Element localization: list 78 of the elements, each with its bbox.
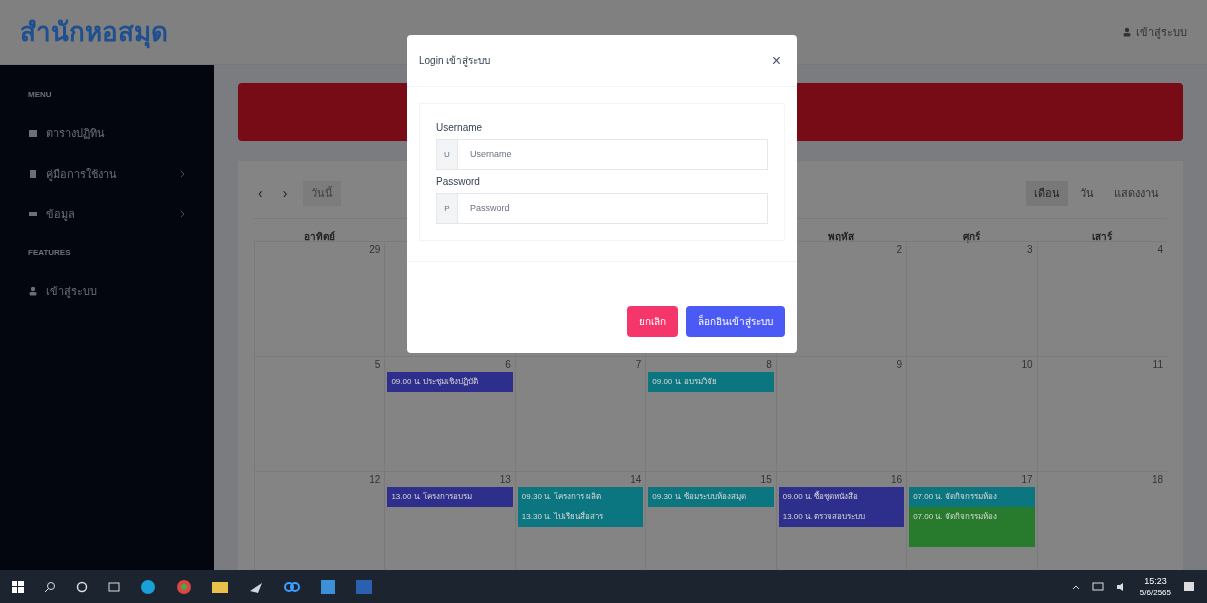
sidebar-heading: MENU bbox=[27, 89, 53, 101]
date-number: 6 bbox=[505, 357, 512, 372]
view-tab[interactable]: วัน bbox=[1072, 181, 1102, 206]
date-number: 9 bbox=[896, 357, 904, 372]
sidebar-item[interactable]: ข้อมูล bbox=[0, 194, 214, 235]
calendar-event[interactable]: 07.00 น. จัดกิจกรรมห้อง bbox=[909, 486, 1035, 507]
field-label: Username bbox=[436, 121, 484, 135]
text-field[interactable]: Password bbox=[458, 193, 768, 224]
sidebar-item-label: คู่มือการใช้งาน bbox=[46, 166, 118, 182]
browser-icon[interactable] bbox=[140, 578, 156, 595]
clock-time: 15:23 bbox=[1144, 574, 1167, 587]
date-number: 15 bbox=[760, 472, 773, 487]
sidebar-item-label: ข้อมูล bbox=[46, 207, 76, 223]
caret-icon[interactable] bbox=[1071, 583, 1080, 590]
circle-icon[interactable] bbox=[76, 580, 88, 593]
weekday-header: อาทิตย์ bbox=[303, 230, 335, 242]
submit-button[interactable]: ล็อกอินเข้าสู่ระบบ bbox=[686, 306, 785, 337]
date-number: 18 bbox=[1151, 472, 1164, 487]
date-number: 3 bbox=[1027, 242, 1034, 257]
login-link[interactable]: เข้าสู่ระบบ bbox=[1122, 23, 1187, 41]
app-icon[interactable] bbox=[284, 580, 300, 593]
date-number: 4 bbox=[1157, 242, 1164, 257]
user-icon bbox=[1122, 27, 1132, 37]
close-button[interactable]: × bbox=[767, 48, 785, 73]
task-view-icon[interactable] bbox=[108, 580, 120, 593]
view-tab[interactable]: แสดงงาน bbox=[1106, 181, 1167, 206]
notification-icon[interactable] bbox=[1183, 580, 1195, 593]
brand-title: สำนักหอสมุด bbox=[20, 15, 168, 51]
calendar-event[interactable]: 09.00 น. ซื้อชุดหนังสือ bbox=[778, 486, 905, 507]
view-tab[interactable]: เดือน bbox=[1026, 181, 1068, 206]
login-link-label: เข้าสู่ระบบ bbox=[1136, 24, 1187, 41]
date-number: 29 bbox=[369, 242, 382, 257]
app-icon[interactable] bbox=[176, 578, 192, 595]
text-field[interactable]: Username bbox=[458, 139, 768, 170]
sidebar-heading: FEATURES bbox=[27, 246, 72, 259]
app-icon[interactable] bbox=[320, 578, 336, 595]
sidebar-item-label: เข้าสู่ระบบ bbox=[46, 283, 98, 299]
weekday-header: เสาร์ bbox=[1091, 230, 1112, 242]
field-label: Password bbox=[436, 175, 481, 189]
date-number: 5 bbox=[374, 357, 382, 372]
search-icon[interactable] bbox=[44, 580, 56, 593]
calendar-event[interactable]: 13.30 น. ไปเรียนสื่อสาร bbox=[517, 506, 644, 527]
user-icon bbox=[28, 285, 38, 296]
previous-button[interactable]: ‹ bbox=[254, 182, 267, 204]
date-number: 14 bbox=[630, 472, 643, 487]
calendar-event[interactable]: 09.30 น. ซ้อมระบบห้องสมุด bbox=[648, 486, 774, 507]
date-number: 10 bbox=[1021, 357, 1034, 372]
next-button[interactable]: › bbox=[278, 182, 292, 204]
today-button[interactable]: วันนี้ bbox=[303, 181, 342, 206]
clock-date: 5/6/2565 bbox=[1139, 586, 1171, 599]
sidebar-item[interactable]: ตารางปฏิทิน bbox=[0, 113, 214, 154]
date-number: 17 bbox=[1021, 472, 1034, 487]
dialog-title: Login เข้าสู่ระบบ bbox=[419, 54, 491, 68]
date-number: 13 bbox=[499, 472, 512, 487]
date-number: 11 bbox=[1152, 357, 1164, 372]
date-number: 7 bbox=[635, 357, 643, 372]
sidebar-item[interactable]: คู่มือการใช้งาน bbox=[0, 153, 214, 194]
weekday-header: ศุกร์ bbox=[962, 230, 980, 242]
calendar-event[interactable]: 09.30 น. โครงการ ผลิต bbox=[517, 486, 644, 507]
windows-icon[interactable] bbox=[12, 580, 24, 593]
field-prefix: P bbox=[436, 193, 458, 224]
folder-icon[interactable] bbox=[212, 579, 228, 594]
date-number: 12 bbox=[369, 472, 382, 487]
calendar-event[interactable]: 09.00 น. ประชุมเชิงปฏิบัติ bbox=[387, 371, 513, 392]
calendar-event[interactable]: 13.00 น. ตรวจสอบระบบ bbox=[778, 506, 905, 527]
date-number: 2 bbox=[896, 242, 904, 257]
sidebar-item[interactable]: เข้าสู่ระบบ bbox=[0, 270, 214, 311]
weekday-header: พฤหัส bbox=[827, 230, 854, 242]
field-prefix: U bbox=[436, 139, 458, 170]
chevron-icon bbox=[180, 169, 186, 178]
sidebar-item-label: ตารางปฏิทิน bbox=[46, 126, 106, 141]
chevron-icon bbox=[180, 210, 186, 219]
date-number: 16 bbox=[891, 472, 904, 487]
cancel-button[interactable]: ยกเลิก bbox=[627, 306, 678, 337]
calendar-event[interactable]: 09.00 น. อบรมวิจัย bbox=[648, 371, 774, 392]
date-number: 8 bbox=[766, 357, 773, 372]
calendar-event[interactable]: 07.00 น. จัดกิจกรรมห้อง bbox=[909, 506, 1035, 527]
calendar-event[interactable]: 13.00 น. โครงการอบรม bbox=[387, 486, 513, 507]
